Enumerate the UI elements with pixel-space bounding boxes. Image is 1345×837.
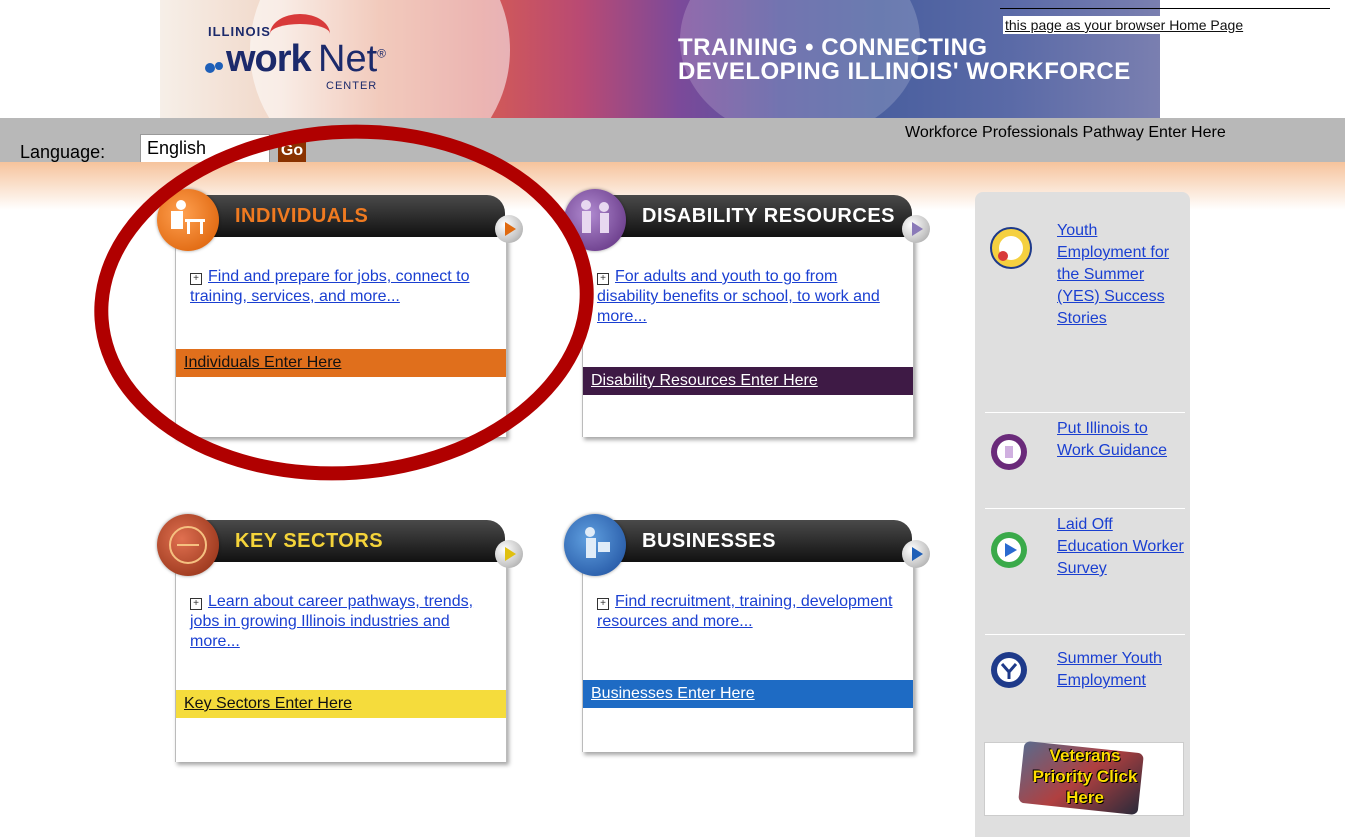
sidebar-link[interactable]: Put Illinois to Work Guidance xyxy=(1057,418,1187,462)
sidebar-item-summer-youth[interactable]: Summer Youth Employment xyxy=(985,634,1185,730)
expand-icon: + xyxy=(597,598,609,610)
sidebar-item-guidance[interactable]: Put Illinois to Work Guidance xyxy=(985,412,1185,509)
language-value: English xyxy=(147,138,207,158)
businesses-arrow-button[interactable] xyxy=(902,540,930,568)
card-description: + For adults and youth to go from disabil… xyxy=(583,237,913,335)
card-footer: Key Sectors Enter Here xyxy=(176,690,506,718)
key-sectors-enter-link[interactable]: Key Sectors Enter Here xyxy=(184,695,352,713)
key-sectors-emblem-icon xyxy=(157,514,219,576)
card-footer: Disability Resources Enter Here xyxy=(583,367,913,395)
work-guidance-icon xyxy=(991,434,1027,470)
logo-net: Net® xyxy=(318,38,386,80)
youth-logo-icon xyxy=(991,652,1027,688)
veterans-priority-banner[interactable]: Veterans Priority Click Here xyxy=(984,740,1184,816)
logo-state: ILLINOIS xyxy=(208,24,271,39)
sidebar-item-survey[interactable]: Laid Off Education Worker Survey xyxy=(985,508,1185,635)
sidebar-link[interactable]: Laid Off Education Worker Survey xyxy=(1057,514,1187,580)
language-label: Language: xyxy=(20,142,106,162)
card-body: + Learn about career pathways, trends, jo… xyxy=(175,562,507,762)
card-title: KEY SECTORS xyxy=(235,530,384,552)
businesses-enter-link[interactable]: Businesses Enter Here xyxy=(591,685,755,703)
site-tagline: TRAINING • CONNECTING DEVELOPING ILLINOI… xyxy=(678,34,1131,85)
yes-logo-icon xyxy=(990,227,1032,269)
expand-icon: + xyxy=(597,273,609,285)
disability-enter-link[interactable]: Disability Resources Enter Here xyxy=(591,372,818,390)
expand-icon: + xyxy=(190,598,202,610)
sidebar-link[interactable]: Youth Employment for the Summer (YES) Su… xyxy=(1057,220,1187,330)
veterans-text: Veterans Priority Click Here xyxy=(1032,746,1138,807)
sidebar-item-yes-stories[interactable]: Youth Employment for the Summer (YES) Su… xyxy=(985,214,1185,413)
card-body: + For adults and youth to go from disabil… xyxy=(582,237,914,437)
key-sectors-description-link[interactable]: Learn about career pathways, trends, job… xyxy=(190,593,473,650)
disability-arrow-button[interactable] xyxy=(902,215,930,243)
logo-center: CENTER xyxy=(326,80,378,92)
set-homepage-link[interactable]: this page as your browser Home Page xyxy=(1003,16,1246,34)
businesses-description-link[interactable]: Find recruitment, training, development … xyxy=(597,593,892,630)
card-description: + Find recruitment, training, development… xyxy=(583,562,913,640)
workforce-logo[interactable]: ILLINOIS work Net® CENTER xyxy=(178,12,398,102)
logo-work: work xyxy=(226,38,312,80)
businesses-emblem-icon xyxy=(564,514,626,576)
logo-dots-icon xyxy=(205,62,223,73)
divider xyxy=(1000,8,1330,9)
sidebar-link[interactable]: Summer Youth Employment xyxy=(1057,648,1187,692)
card-footer: Businesses Enter Here xyxy=(583,680,913,708)
quick-links-sidebar: Youth Employment for the Summer (YES) Su… xyxy=(975,192,1190,837)
survey-play-icon xyxy=(991,532,1027,568)
card-title: BUSINESSES xyxy=(642,530,776,552)
card-body: + Find recruitment, training, development… xyxy=(582,562,914,752)
key-sectors-arrow-button[interactable] xyxy=(495,540,523,568)
card-description: + Learn about career pathways, trends, jo… xyxy=(176,562,506,660)
professionals-pathway-link[interactable]: Workforce Professionals Pathway Enter He… xyxy=(905,124,1226,142)
card-title: DISABILITY RESOURCES xyxy=(642,205,895,227)
disability-description-link[interactable]: For adults and youth to go from disabili… xyxy=(597,268,880,325)
